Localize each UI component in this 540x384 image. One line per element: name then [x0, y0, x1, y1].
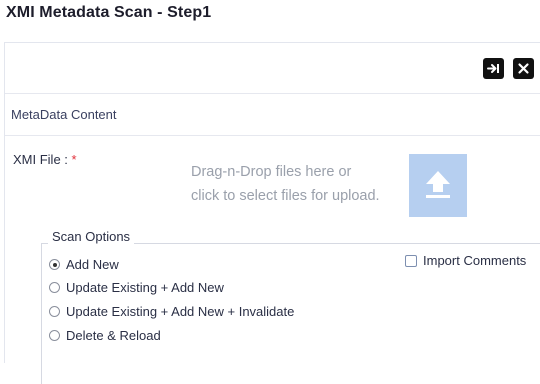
toolbar — [5, 43, 540, 94]
xmi-file-label: XMI File : * — [13, 152, 77, 167]
import-comments-checkbox[interactable] — [405, 254, 417, 267]
upload-button[interactable] — [409, 154, 467, 217]
option-add-new-label: Add New — [66, 257, 119, 272]
close-icon — [518, 63, 529, 74]
option-update-existing-add-new-invalidate-label: Update Existing + Add New + Invalidate — [66, 304, 295, 319]
option-update-existing-add-new[interactable]: Update Existing + Add New — [49, 280, 224, 295]
page-title: XMI Metadata Scan - Step1 — [6, 4, 212, 21]
option-add-new[interactable]: Add New — [49, 257, 119, 272]
radio-delete-reload[interactable] — [49, 330, 60, 341]
arrow-right-to-bar-icon — [487, 64, 499, 73]
upload-icon — [426, 170, 450, 198]
radio-add-new[interactable] — [49, 259, 60, 270]
next-button[interactable] — [483, 58, 504, 79]
section-label: MetaData Content — [11, 107, 117, 122]
xmi-file-label-text: XMI File : — [13, 152, 68, 167]
close-button[interactable] — [513, 58, 534, 79]
drop-hint-line1: Drag-n-Drop files here or — [191, 164, 352, 180]
radio-update-existing-add-new-invalidate[interactable] — [49, 306, 60, 317]
import-comments-label: Import Comments — [423, 253, 527, 268]
drop-hint-line2: click to select files for upload. — [191, 188, 380, 204]
drop-zone[interactable]: Drag-n-Drop files here or click to selec… — [191, 160, 380, 208]
option-delete-reload[interactable]: Delete & Reload — [49, 328, 161, 343]
option-delete-reload-label: Delete & Reload — [66, 328, 161, 343]
required-mark: * — [71, 152, 77, 167]
option-update-existing-add-new-invalidate[interactable]: Update Existing + Add New + Invalidate — [49, 304, 294, 319]
section-header: MetaData Content — [5, 94, 540, 136]
radio-update-existing-add-new[interactable] — [49, 282, 60, 293]
scan-options-legend: Scan Options — [48, 229, 135, 244]
option-update-existing-add-new-label: Update Existing + Add New — [66, 280, 224, 295]
import-comments-option[interactable]: Import Comments — [405, 253, 526, 268]
scan-panel: MetaData Content XMI File : * Drag-n-Dro… — [4, 42, 540, 384]
